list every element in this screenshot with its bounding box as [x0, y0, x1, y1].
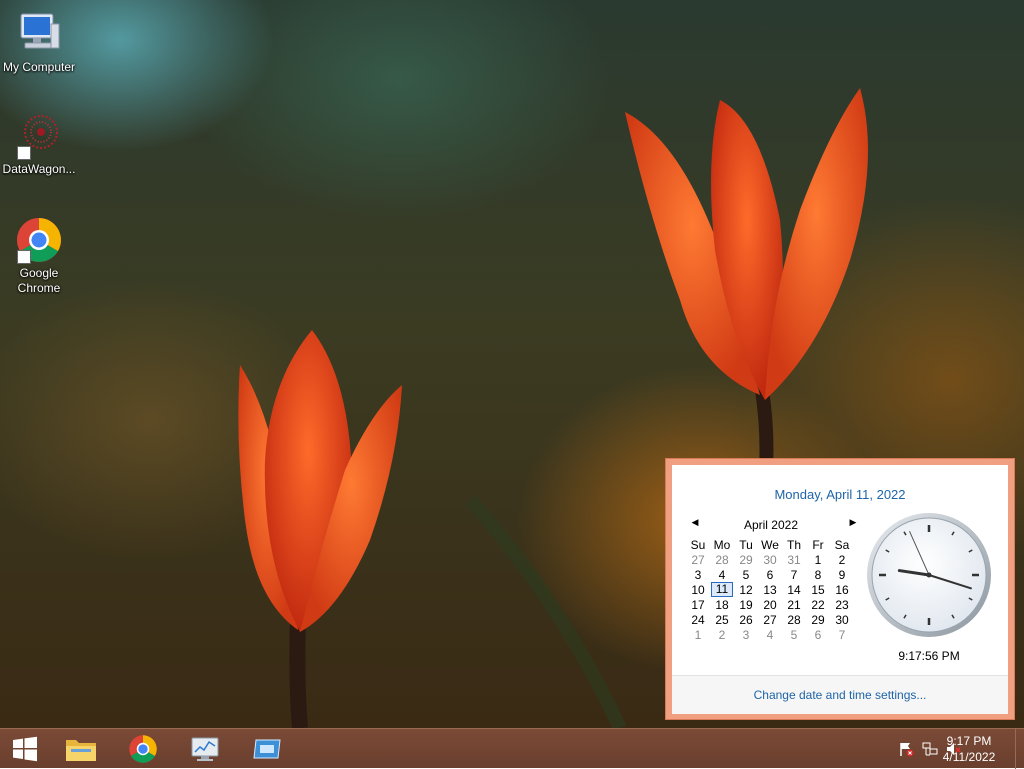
calendar-day[interactable]: 20	[758, 597, 782, 612]
chrome-icon	[129, 735, 157, 763]
taskbar-date: 4/11/2022	[942, 750, 996, 764]
system-tray: 9:17 PM 4/11/2022	[824, 729, 1024, 769]
calendar-day[interactable]: 31	[782, 552, 806, 567]
folder-icon	[66, 740, 96, 761]
calendar-day[interactable]: 25	[710, 612, 734, 627]
calendar-day[interactable]: 8	[806, 567, 830, 582]
calendar-day[interactable]: 2	[710, 627, 734, 642]
weekday-header-row: Su Mo Tu We Th Fr Sa	[686, 537, 854, 552]
taskbar-clock[interactable]: 9:17 PM 4/11/2022	[934, 733, 1004, 765]
calendar-day[interactable]: 27	[686, 552, 710, 567]
digital-time: 9:17:56 PM	[898, 649, 960, 663]
calendar-day-label: 11	[711, 582, 733, 597]
start-button[interactable]	[0, 732, 50, 766]
calendar-day[interactable]: 27	[758, 612, 782, 627]
calendar-day[interactable]: 5	[782, 627, 806, 642]
task-manager-button[interactable]	[180, 732, 230, 766]
calendar-day[interactable]: 2	[830, 552, 854, 567]
desktop-icon-label: Google Chrome	[17, 266, 61, 295]
calendar-week-row: 10 11 12 13 14 15 16	[686, 582, 854, 597]
weekday-label: Sa	[834, 537, 850, 552]
remote-desktop-button[interactable]	[242, 732, 292, 766]
desktop: My Computer DataWagon... Google Chrome M…	[0, 0, 1024, 728]
calendar-day[interactable]: 24	[686, 612, 710, 627]
shortcut-arrow-icon	[17, 146, 31, 160]
calendar-day[interactable]: 6	[758, 567, 782, 582]
calendar-grid: Su Mo Tu We Th Fr Sa 27 28 29 30 31 1 2 3 4 5 6 7 8 9 10 11 12…	[686, 537, 854, 642]
analog-clock	[867, 513, 991, 637]
calendar-day[interactable]: 19	[734, 597, 758, 612]
window-icon	[253, 739, 281, 759]
long-date-link[interactable]: Monday, April 11, 2022	[672, 487, 1008, 502]
calendar-day[interactable]: 22	[806, 597, 830, 612]
calendar-day[interactable]: 10	[686, 582, 710, 597]
calendar-day[interactable]: 1	[686, 627, 710, 642]
weekday-label: Su	[690, 537, 706, 552]
chrome-icon	[15, 216, 63, 264]
calendar-day[interactable]: 18	[710, 597, 734, 612]
computer-icon	[15, 10, 63, 58]
month-calendar: ◀ April 2022 ▶ Su Mo Tu We Th Fr Sa 27 28 29 30 31…	[686, 517, 857, 642]
calendar-day[interactable]: 21	[782, 597, 806, 612]
calendar-week-row: 24 25 26 27 28 29 30	[686, 612, 854, 627]
show-desktop-button[interactable]	[1015, 729, 1024, 769]
calendar-day[interactable]: 17	[686, 597, 710, 612]
desktop-icon-label: My Computer	[2, 60, 76, 74]
calendar-week-row: 3456789	[686, 567, 854, 582]
taskbar: 9:17 PM 4/11/2022	[0, 728, 1024, 769]
file-explorer-button[interactable]	[56, 732, 106, 766]
weekday-label: We	[761, 537, 779, 552]
calendar-day[interactable]: 3	[734, 627, 758, 642]
calendar-header: ◀ April 2022 ▶	[686, 517, 857, 535]
desktop-icon-my-computer[interactable]: My Computer	[0, 10, 78, 75]
weekday-label: Tu	[739, 537, 753, 552]
calendar-day[interactable]: 29	[734, 552, 758, 567]
calendar-week-row: 1234567	[686, 627, 854, 642]
calendar-day[interactable]: 9	[830, 567, 854, 582]
calendar-day-today[interactable]: 11	[710, 582, 734, 597]
calendar-day[interactable]: 29	[806, 612, 830, 627]
calendar-day[interactable]: 6	[806, 627, 830, 642]
calendar-day[interactable]: 5	[734, 567, 758, 582]
taskbar-time: 9:17 PM	[946, 734, 992, 748]
calendar-day[interactable]: 30	[758, 552, 782, 567]
desktop-icon-label: DataWagon...	[2, 162, 76, 176]
calendar-day[interactable]: 3	[686, 567, 710, 582]
calendar-day[interactable]: 15	[806, 582, 830, 597]
shortcut-arrow-icon	[17, 250, 31, 264]
month-title[interactable]: April 2022	[686, 518, 856, 532]
calendar-week-row: 17 18 19 20 21 22 23	[686, 597, 854, 612]
next-month-button[interactable]: ▶	[846, 517, 860, 528]
weekday-label: Th	[786, 537, 801, 552]
calendar-day[interactable]: 7	[782, 567, 806, 582]
calendar-day[interactable]: 4	[758, 627, 782, 642]
calendar-day[interactable]: 14	[782, 582, 806, 597]
calendar-day[interactable]: 1	[806, 552, 830, 567]
datawagon-icon	[15, 112, 63, 160]
calendar-day[interactable]: 13	[758, 582, 782, 597]
calendar-day[interactable]: 12	[734, 582, 758, 597]
desktop-icon-google-chrome[interactable]: Google Chrome	[0, 216, 78, 296]
weekday-label: Mo	[713, 537, 731, 552]
weekday-label: Fr	[812, 537, 824, 552]
calendar-flyout-panel: Monday, April 11, 2022 ◀ April 2022 ▶ Su…	[672, 465, 1008, 714]
action-center-flag-icon[interactable]	[898, 741, 914, 757]
desktop-icon-datawagon[interactable]: DataWagon...	[0, 112, 78, 177]
calendar-day[interactable]: 16	[830, 582, 854, 597]
calendar-day[interactable]: 26	[734, 612, 758, 627]
windows-logo-icon	[13, 736, 37, 762]
calendar-flyout: Monday, April 11, 2022 ◀ April 2022 ▶ Su…	[665, 458, 1015, 720]
calendar-day[interactable]: 7	[830, 627, 854, 642]
chrome-button[interactable]	[118, 732, 168, 766]
monitor-chart-icon	[191, 737, 219, 761]
calendar-week-row: 27 28 29 30 31 1 2	[686, 552, 854, 567]
calendar-day[interactable]: 28	[782, 612, 806, 627]
calendar-day[interactable]: 23	[830, 597, 854, 612]
flyout-footer: Change date and time settings...	[672, 675, 1008, 714]
calendar-day[interactable]: 30	[830, 612, 854, 627]
calendar-day[interactable]: 4	[710, 567, 734, 582]
change-date-time-settings-link[interactable]: Change date and time settings...	[672, 688, 1008, 702]
calendar-day[interactable]: 28	[710, 552, 734, 567]
